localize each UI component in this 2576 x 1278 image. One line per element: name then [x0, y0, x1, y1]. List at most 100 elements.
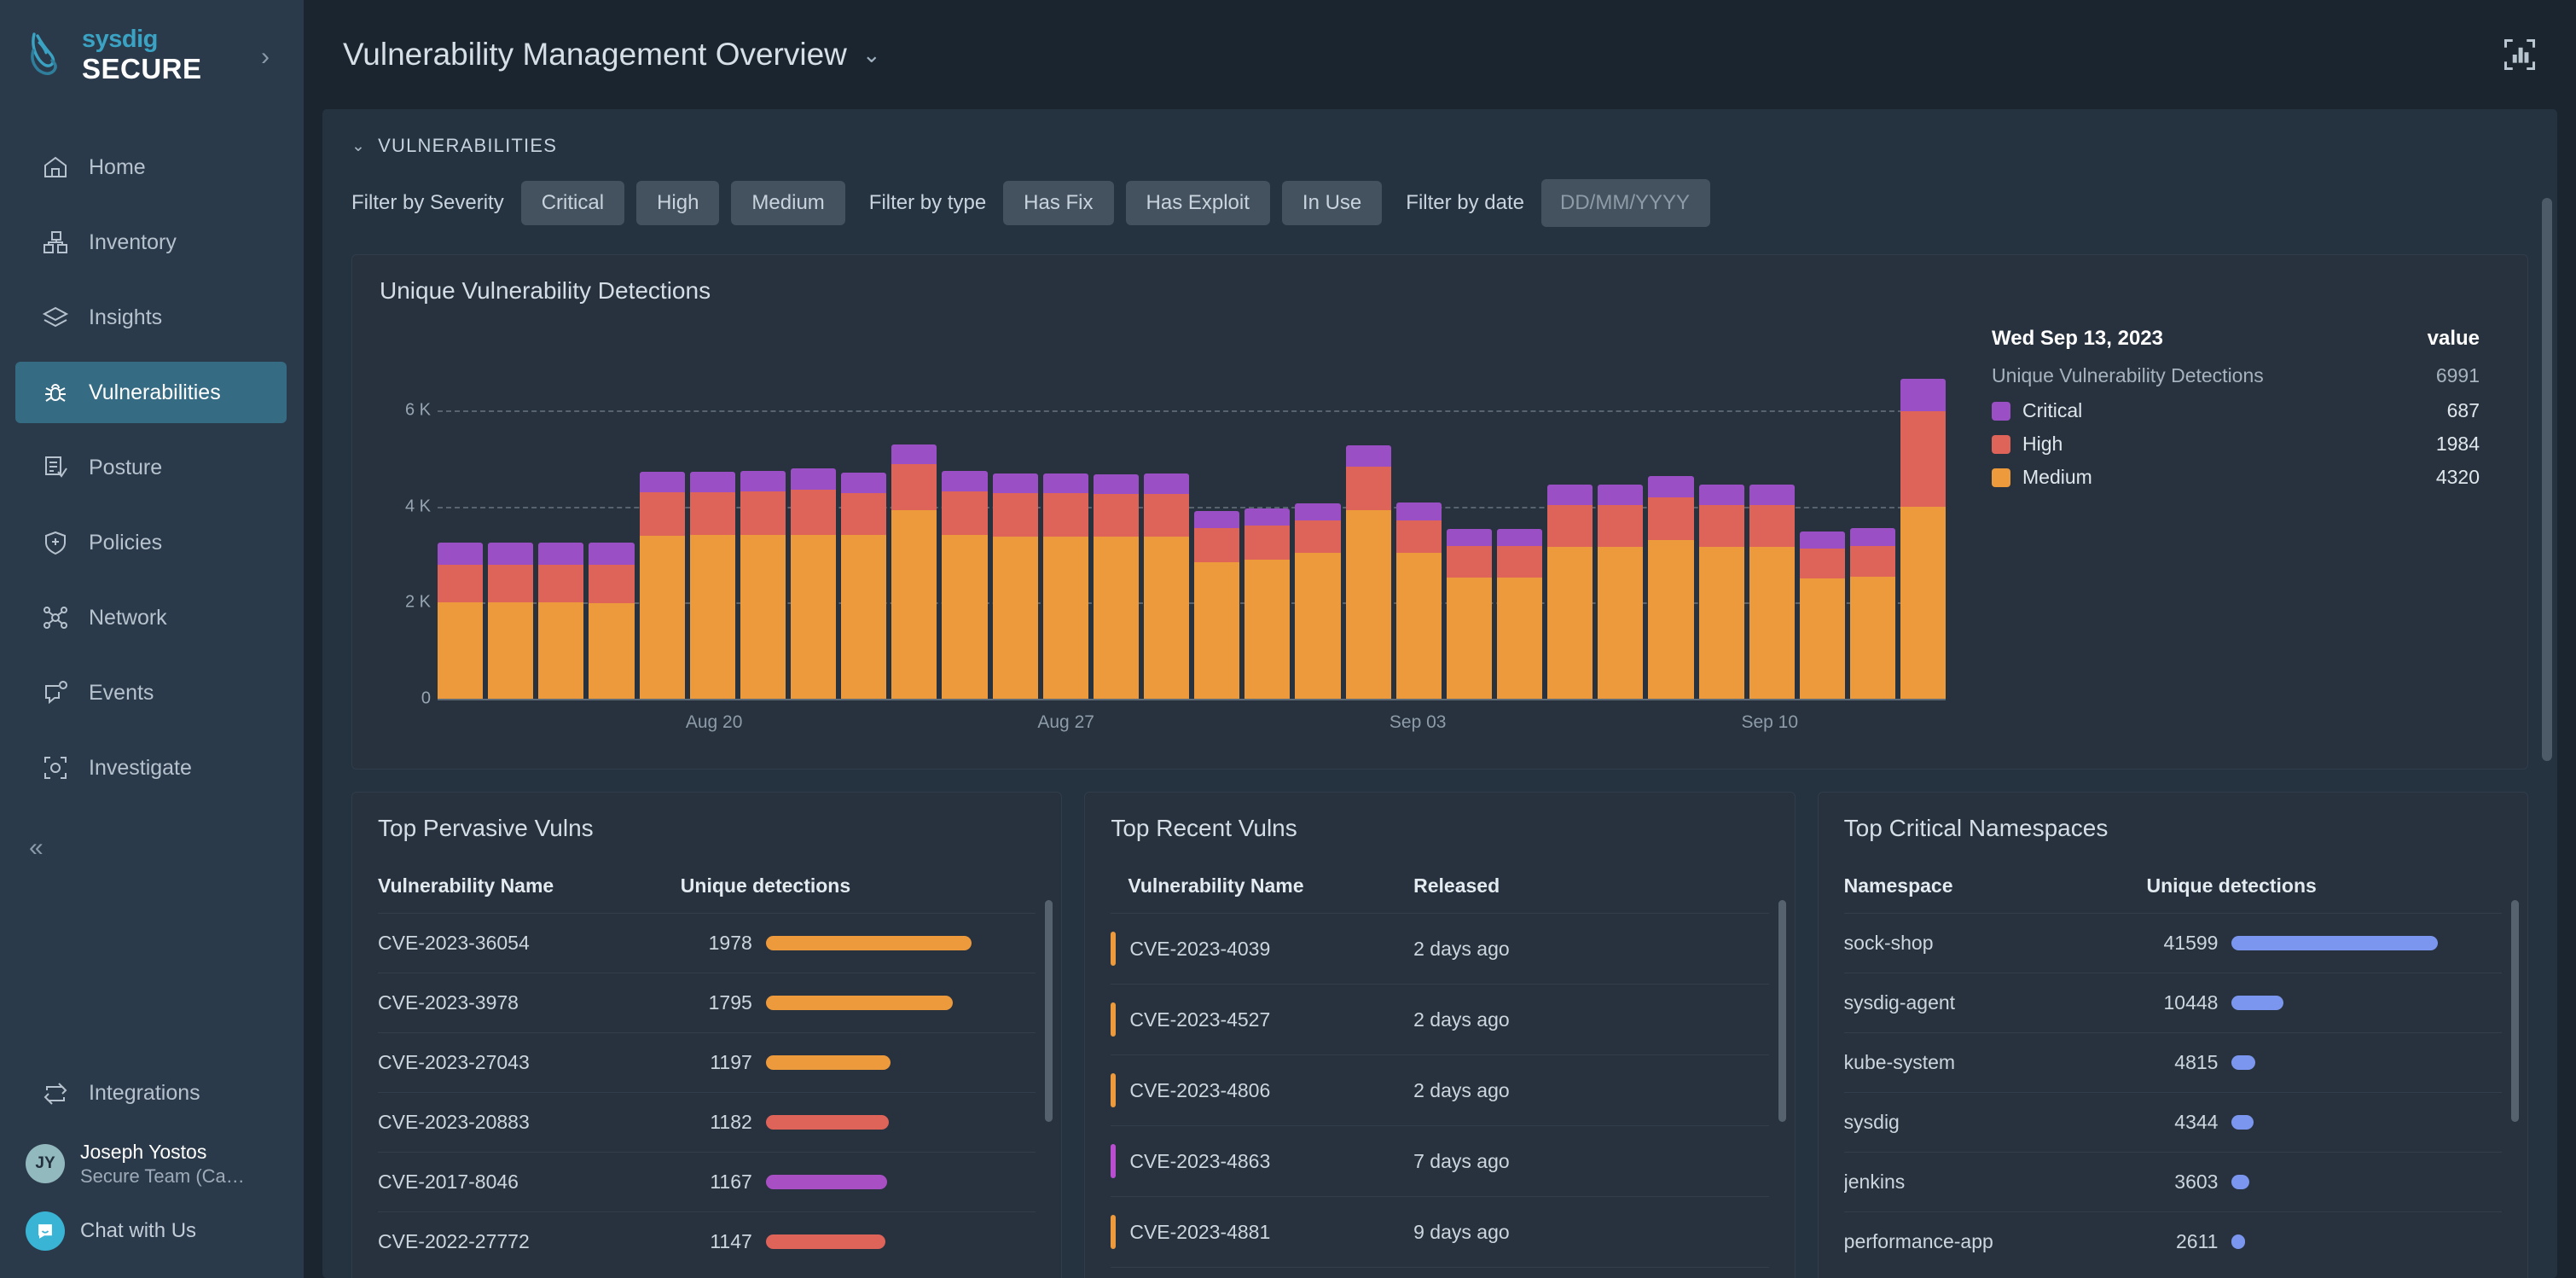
chart-bar[interactable] [1345, 445, 1391, 699]
sidebar-item-network[interactable]: Network [15, 587, 287, 648]
chevron-down-icon[interactable]: ⌄ [351, 137, 366, 156]
table-row[interactable]: CVE-2023-2090020 days ago [1111, 1267, 1769, 1278]
date-filter-input[interactable] [1541, 179, 1711, 227]
chart-tooltip: Wed Sep 13, 2023 value Unique Vulnerabil… [1971, 311, 2500, 753]
chart-bar[interactable] [1698, 485, 1744, 699]
value-number: 4344 [2174, 1111, 2219, 1133]
chart-bar[interactable] [891, 444, 937, 699]
chart-bar[interactable] [538, 542, 584, 699]
chart-bar[interactable] [1446, 529, 1492, 699]
table-scrollbar[interactable] [1778, 900, 1786, 1122]
chart-bar[interactable] [1143, 473, 1190, 699]
sidebar-item-investigate[interactable]: Investigate [15, 737, 287, 799]
table-row[interactable]: CVE-2022-27772 1147 [378, 1211, 1036, 1271]
table-row[interactable]: CVE-2023-3978 1795 [378, 973, 1036, 1033]
column-header[interactable]: Unique detections [2146, 874, 2502, 914]
table-row[interactable]: sysdig 4344 [1843, 1092, 2502, 1153]
severity-chip-high[interactable]: High [636, 181, 720, 225]
chart-bar[interactable] [1295, 502, 1341, 699]
sidebar-item-insights[interactable]: Insights [15, 287, 287, 348]
chart-bar[interactable] [1598, 485, 1644, 699]
table-row[interactable]: CVE-2023-4863 7 days ago [1111, 1125, 1769, 1197]
chart-bar[interactable] [689, 471, 735, 699]
bar-segment-high [1749, 505, 1795, 548]
table-row[interactable]: CVE-2023-36054 1978 [378, 913, 1036, 973]
table-scrollbar[interactable] [1045, 900, 1053, 1122]
chart-bar[interactable] [589, 542, 635, 699]
sidebar-item-home[interactable]: Home [15, 137, 287, 198]
type-chip-has-fix[interactable]: Has Fix [1003, 181, 1114, 225]
table-row[interactable]: sysdig-agent 10448 [1843, 973, 2502, 1033]
user-profile[interactable]: JY Joseph Yostos Secure Team (Ca… [0, 1128, 304, 1200]
cell-value: 1167 [680, 1152, 1036, 1212]
table-row[interactable]: CVE-2023-27043 1197 [378, 1032, 1036, 1093]
type-chip-in-use[interactable]: In Use [1281, 181, 1383, 225]
bar-segment-high [1295, 520, 1341, 554]
table-row[interactable]: kube-system 4815 [1843, 1032, 2502, 1093]
page-scrollbar[interactable] [2542, 198, 2552, 761]
sidebar-item-integrations[interactable]: Integrations [15, 1063, 287, 1124]
table-row[interactable]: CVE-2023-4806 2 days ago [1111, 1054, 1769, 1126]
value-number: 3603 [2174, 1171, 2219, 1193]
chart-bar[interactable] [740, 470, 786, 699]
table-title: Top Recent Vulns [1111, 815, 1297, 841]
bar-segment-high [1244, 526, 1291, 560]
chart-bar[interactable] [1547, 485, 1593, 699]
sidebar-item-events[interactable]: Events [15, 662, 287, 723]
chart-bar[interactable] [488, 542, 534, 699]
column-header[interactable]: Namespace [1844, 874, 2147, 914]
type-chip-has-exploit[interactable]: Has Exploit [1125, 181, 1270, 225]
sidebar-footer: Integrations JY Joseph Yostos Secure Tea… [0, 1056, 304, 1278]
double-chevron-left-icon[interactable]: « [29, 828, 70, 868]
chart-bar[interactable] [1496, 529, 1543, 699]
bar-segment-high [1042, 493, 1088, 537]
table-row[interactable]: CVE-2017-8046 1167 [378, 1152, 1036, 1212]
chart-bar[interactable] [1093, 473, 1139, 699]
value-number: 4815 [2174, 1051, 2219, 1073]
sidebar-item-policies[interactable]: Policies [15, 512, 287, 573]
chart-bar[interactable] [438, 542, 484, 699]
column-header[interactable]: Vulnerability Name [378, 874, 681, 914]
table-row[interactable]: CVE-2023-20883 1182 [378, 1092, 1036, 1153]
chart-bar[interactable] [1244, 508, 1291, 699]
column-header[interactable]: Unique detections [681, 874, 1036, 914]
chart-bar[interactable] [1194, 510, 1240, 699]
chart-bar[interactable] [1799, 532, 1845, 699]
chart-bar[interactable] [639, 471, 685, 699]
table-row[interactable]: jenkins 3603 [1843, 1152, 2502, 1212]
table-row[interactable]: CVE-2023-4039 2 days ago [1111, 913, 1769, 985]
chart-bar[interactable] [1900, 378, 1947, 699]
chat-with-us-button[interactable]: Chat with Us [0, 1200, 304, 1258]
column-header[interactable]: Released [1413, 874, 1769, 914]
app-root: sysdig SECURE › Home Inventory Insights … [0, 0, 2576, 1278]
sidebar-item-label: Posture [89, 455, 163, 479]
chart-plot[interactable]: 0 2 K 4 K 6 K Aug 20 Aug 27 Sep 03 Sep 10 [380, 311, 1971, 753]
table-row[interactable]: performance-app 2611 [1843, 1211, 2502, 1271]
vulnerabilities-section-header[interactable]: ⌄ VULNERABILITIES [351, 135, 2528, 157]
table-row[interactable]: CVE-2023-4881 9 days ago [1111, 1196, 1769, 1268]
chart-frame-icon[interactable] [2501, 36, 2538, 73]
table-row[interactable]: CVE-2023-4527 2 days ago [1111, 984, 1769, 1055]
sidebar-item-inventory[interactable]: Inventory [15, 212, 287, 273]
table-row[interactable]: sock-shop 41599 [1843, 913, 2502, 973]
bar-segment-critical [1395, 502, 1442, 520]
chevron-right-icon[interactable]: › [261, 43, 270, 72]
chart-bar[interactable] [790, 468, 837, 699]
chart-bar[interactable] [841, 473, 887, 699]
bar-segment-critical [1648, 476, 1694, 498]
chart-bar[interactable] [942, 470, 988, 699]
chart-bar[interactable] [1849, 528, 1896, 699]
chart-bar[interactable] [1395, 502, 1442, 699]
brand-logo-block[interactable]: sysdig SECURE › [0, 0, 304, 109]
column-header[interactable]: Vulnerability Name [1111, 874, 1413, 914]
table-scrollbar[interactable] [2510, 900, 2519, 1122]
sidebar-item-vulnerabilities[interactable]: Vulnerabilities [15, 362, 287, 423]
chart-bar[interactable] [1648, 476, 1694, 699]
sidebar-item-posture[interactable]: Posture [15, 437, 287, 498]
chart-bar[interactable] [1749, 485, 1795, 699]
chart-bar[interactable] [1042, 473, 1088, 699]
severity-chip-critical[interactable]: Critical [520, 181, 625, 225]
chart-bar[interactable] [992, 473, 1038, 699]
severity-chip-medium[interactable]: Medium [731, 181, 845, 225]
chevron-down-icon[interactable]: ⌄ [862, 42, 881, 68]
